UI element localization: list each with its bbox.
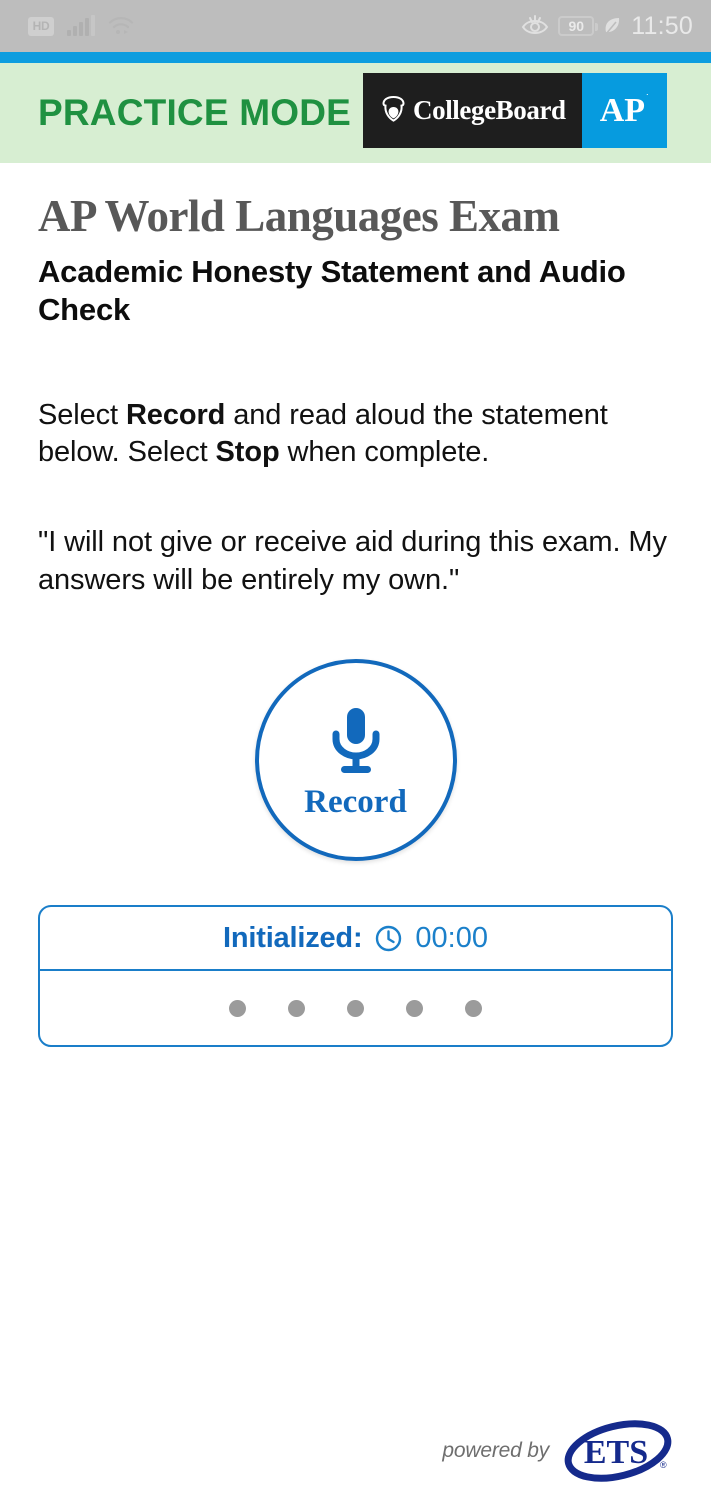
instruction-stop-emphasis: Stop <box>215 436 280 469</box>
ap-wordmark: AP <box>599 91 646 129</box>
cellular-signal-icon <box>67 15 95 36</box>
recording-status-row: Initialized: 00:00 <box>40 907 671 972</box>
record-button-label: Record <box>304 783 407 820</box>
ets-logo: ETS ® <box>564 1420 672 1482</box>
footer: powered by ETS ® <box>0 1416 711 1486</box>
recording-status-panel: Initialized: 00:00 <box>38 905 673 1048</box>
ap-registered-mark: ˙ <box>646 93 650 105</box>
status-bar-left-group: HD <box>28 15 134 36</box>
acorn-icon <box>382 95 405 122</box>
android-status-bar: HD 90 11:50 <box>0 0 711 52</box>
microphone-icon <box>332 707 379 773</box>
instruction-text: Select Record and read aloud the stateme… <box>0 397 711 472</box>
recording-state-label: Initialized: <box>223 921 363 954</box>
eye-comfort-icon <box>522 15 549 34</box>
status-bar-clock: 11:50 <box>631 11 693 40</box>
instruction-suffix: when complete. <box>279 436 490 469</box>
meter-dot <box>465 999 482 1017</box>
honesty-statement-text: "I will not give or receive aid during t… <box>38 525 667 596</box>
svg-text:®: ® <box>660 1460 667 1470</box>
meter-dot <box>288 999 305 1017</box>
powered-by-label: powered by <box>442 1439 549 1462</box>
main-content: AP World Languages Exam Academic Honesty… <box>0 163 711 1048</box>
meter-dot <box>406 999 423 1017</box>
svg-text:ETS: ETS <box>584 1434 648 1471</box>
audio-level-meter <box>40 971 671 1045</box>
blue-accent-bar <box>0 52 711 63</box>
recording-timer: 00:00 <box>415 921 488 954</box>
record-button[interactable]: Record <box>254 659 457 862</box>
clock-icon <box>376 925 402 951</box>
page-title: AP World Languages Exam <box>38 191 560 241</box>
brand-logo-group: CollegeBoard AP ˙ <box>363 73 667 148</box>
record-button-container: Record <box>0 659 711 862</box>
status-bar-right-group: 90 11:50 <box>521 12 693 41</box>
hd-icon: HD <box>28 16 54 36</box>
collegeboard-wordmark: CollegeBoard <box>413 95 566 125</box>
practice-mode-label: PRACTICE MODE <box>38 92 351 133</box>
wifi-icon <box>108 17 134 34</box>
collegeboard-logo: CollegeBoard <box>363 73 582 148</box>
meter-dot <box>347 999 364 1017</box>
instruction-prefix: Select <box>38 398 126 431</box>
page-subtitle: Academic Honesty Statement and Audio Che… <box>38 254 626 328</box>
leaf-power-saving-icon <box>605 17 620 35</box>
meter-dot <box>229 999 246 1017</box>
instruction-record-emphasis: Record <box>125 398 226 431</box>
battery-level-label: 90 <box>568 18 585 34</box>
battery-icon: 90 <box>558 16 599 36</box>
ap-logo: AP ˙ <box>581 73 667 148</box>
app-header: PRACTICE MODE CollegeBoard AP ˙ <box>0 63 711 163</box>
